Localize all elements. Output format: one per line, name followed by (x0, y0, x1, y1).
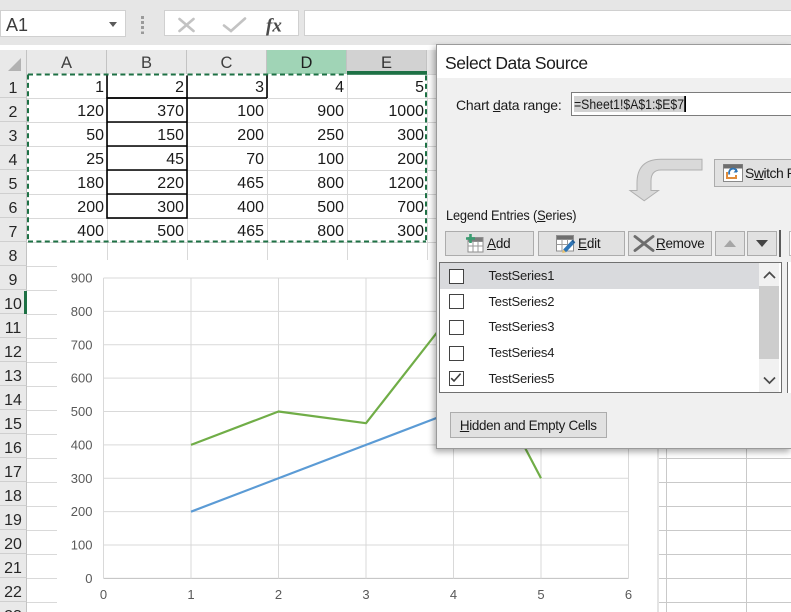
svg-text:5: 5 (537, 587, 544, 602)
svg-text:500: 500 (71, 404, 93, 419)
svg-text:800: 800 (71, 304, 93, 319)
svg-text:fx: fx (266, 16, 282, 37)
svg-text:4: 4 (450, 587, 457, 602)
svg-text:700: 700 (71, 337, 93, 352)
svg-text:600: 600 (71, 371, 93, 386)
svg-text:2: 2 (275, 587, 282, 602)
svg-text:0: 0 (85, 571, 92, 586)
svg-text:900: 900 (71, 271, 93, 286)
svg-text:1: 1 (187, 587, 194, 602)
svg-text:6: 6 (625, 587, 632, 602)
svg-text:0: 0 (100, 587, 107, 602)
svg-text:300: 300 (71, 471, 93, 486)
svg-text:100: 100 (71, 538, 93, 553)
svg-text:200: 200 (71, 504, 93, 519)
svg-text:400: 400 (71, 437, 93, 452)
svg-text:3: 3 (362, 587, 369, 602)
